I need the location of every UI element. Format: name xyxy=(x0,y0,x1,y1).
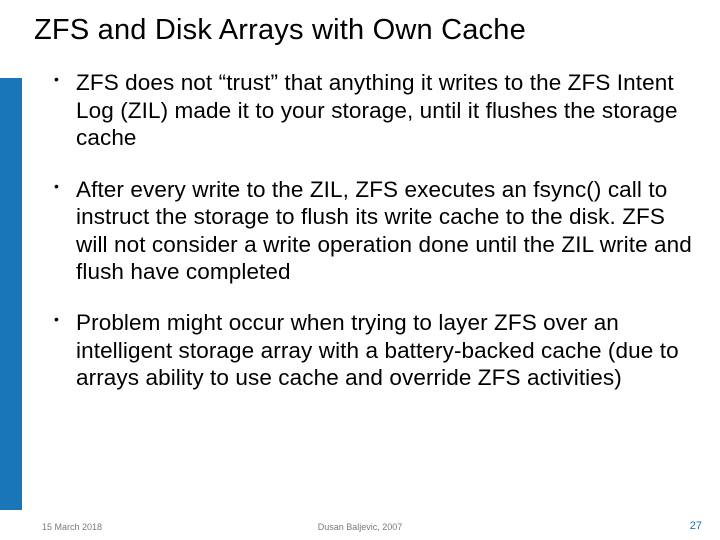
slide-title: ZFS and Disk Arrays with Own Cache xyxy=(34,14,694,47)
bullet-list: ZFS does not “trust” that anything it wr… xyxy=(34,69,694,391)
footer-page-number: 27 xyxy=(690,520,702,532)
footer-author: Dusan Baljevic, 2007 xyxy=(0,522,720,532)
bullet-item: ZFS does not “trust” that anything it wr… xyxy=(54,69,694,151)
slide-body: ZFS and Disk Arrays with Own Cache ZFS d… xyxy=(0,0,720,540)
slide-footer: 15 March 2018 Dusan Baljevic, 2007 27 xyxy=(0,516,720,532)
bullet-item: Problem might occur when trying to layer… xyxy=(54,309,694,391)
bullet-item: After every write to the ZIL, ZFS execut… xyxy=(54,176,694,286)
